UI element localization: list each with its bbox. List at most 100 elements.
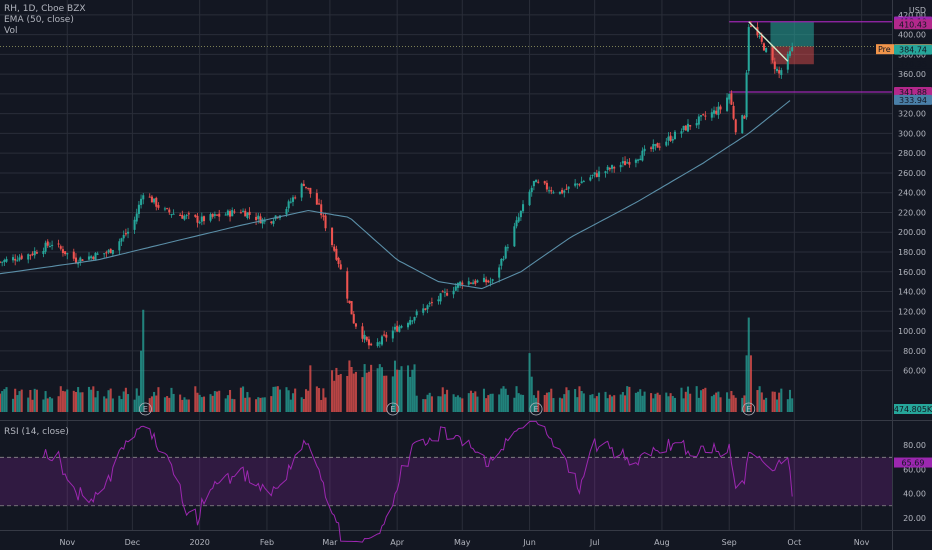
volume-bar [719, 397, 722, 412]
volume-bar [331, 370, 334, 412]
candle-body [565, 188, 568, 190]
volume-bar [765, 397, 768, 412]
candle-body [459, 281, 462, 285]
volume-bar [684, 391, 687, 412]
candle-body [430, 302, 433, 304]
candle-body [715, 110, 718, 114]
volume-bar [272, 386, 275, 412]
volume-bar [140, 350, 143, 412]
volume-bar [163, 397, 166, 412]
volume-bar [652, 398, 655, 412]
candle-body [637, 159, 640, 161]
candle-body [576, 183, 579, 185]
price-tag-text: 333.94 [899, 96, 927, 105]
candle-body [591, 174, 594, 176]
candle-body [187, 213, 190, 215]
chart-canvas[interactable]: EEEE420.00400.00380.00360.00340.00320.00… [0, 0, 932, 550]
candle-body [66, 253, 69, 255]
volume-bar [315, 386, 318, 412]
candle-body [476, 280, 479, 283]
volume-bar [437, 396, 440, 412]
candle-body [545, 182, 548, 190]
candle-body [489, 281, 492, 283]
time-axis-label: Aug [654, 538, 670, 547]
candle-body [624, 161, 627, 166]
candle-body [667, 136, 670, 141]
volume-bar [543, 395, 546, 412]
candle-body [318, 203, 321, 205]
candle-body [172, 213, 175, 215]
volume-bar [209, 394, 212, 412]
volume-bar [378, 364, 381, 412]
volume-bar [216, 391, 219, 412]
volume-bar [352, 373, 355, 412]
candle-body [398, 326, 401, 332]
candle-body [788, 51, 792, 56]
candle-body [133, 219, 136, 230]
time-axis-label: Nov [59, 538, 75, 547]
volume-bar [545, 392, 548, 412]
candle-body [532, 180, 535, 187]
price-axis-label: 260.00 [898, 169, 926, 178]
volume-bar [118, 395, 121, 412]
candle-body [665, 141, 668, 146]
volume-bar [42, 399, 45, 412]
candle-body [749, 25, 752, 27]
candle-body [762, 43, 765, 51]
volume-bar [758, 386, 761, 412]
candle-body [248, 211, 251, 215]
candle-body [124, 233, 127, 235]
volume-bar [717, 391, 720, 412]
volume-bar [348, 360, 351, 412]
volume-bar [157, 387, 160, 412]
candle-body [42, 251, 45, 254]
volume-bar [422, 399, 425, 412]
volume-bar [33, 388, 36, 412]
volume-bar [775, 399, 779, 412]
legend-symbol: RH, 1D, Cboe BZX [4, 4, 86, 14]
volume-bar [574, 389, 577, 412]
candle-body [59, 246, 62, 249]
candle-body [654, 144, 657, 146]
volume-bar [443, 394, 446, 412]
volume-bar [734, 397, 737, 412]
volume-bar [710, 396, 713, 412]
time-axis-label: Oct [787, 538, 801, 547]
volume-bar [695, 386, 698, 412]
candle-body [287, 201, 290, 209]
volume-bar [248, 397, 251, 412]
candle-body [72, 251, 75, 259]
volume-bar [713, 394, 716, 412]
candle-body [719, 106, 722, 110]
candle-body [105, 252, 108, 254]
volume-bar [51, 398, 54, 412]
candle-body [183, 216, 186, 220]
candle-body [704, 115, 707, 117]
candle-body [300, 183, 303, 198]
candle-body [717, 106, 720, 116]
volume-bar [665, 392, 668, 412]
candle-body [166, 208, 169, 210]
volume-bar [166, 396, 169, 412]
volume-bar [291, 393, 295, 412]
candle-body [413, 316, 416, 321]
volume-bar [686, 386, 690, 412]
volume-bar [94, 397, 97, 412]
candle-body [439, 293, 442, 302]
candle-body [765, 47, 768, 52]
volume-bar [239, 387, 242, 412]
volume-bar [424, 399, 427, 412]
volume-bar [124, 387, 127, 412]
volume-bar [643, 391, 646, 412]
volume-bar [459, 397, 462, 412]
candle-body [608, 167, 611, 170]
earnings-label: E [390, 405, 395, 414]
volume-bar [409, 376, 412, 412]
candle-body [574, 183, 577, 186]
candle-body [211, 213, 214, 217]
candle-body [181, 214, 184, 219]
candle-body [216, 214, 219, 216]
volume-bar [756, 390, 759, 412]
candle-body [778, 70, 781, 74]
volume-bar [172, 393, 175, 412]
